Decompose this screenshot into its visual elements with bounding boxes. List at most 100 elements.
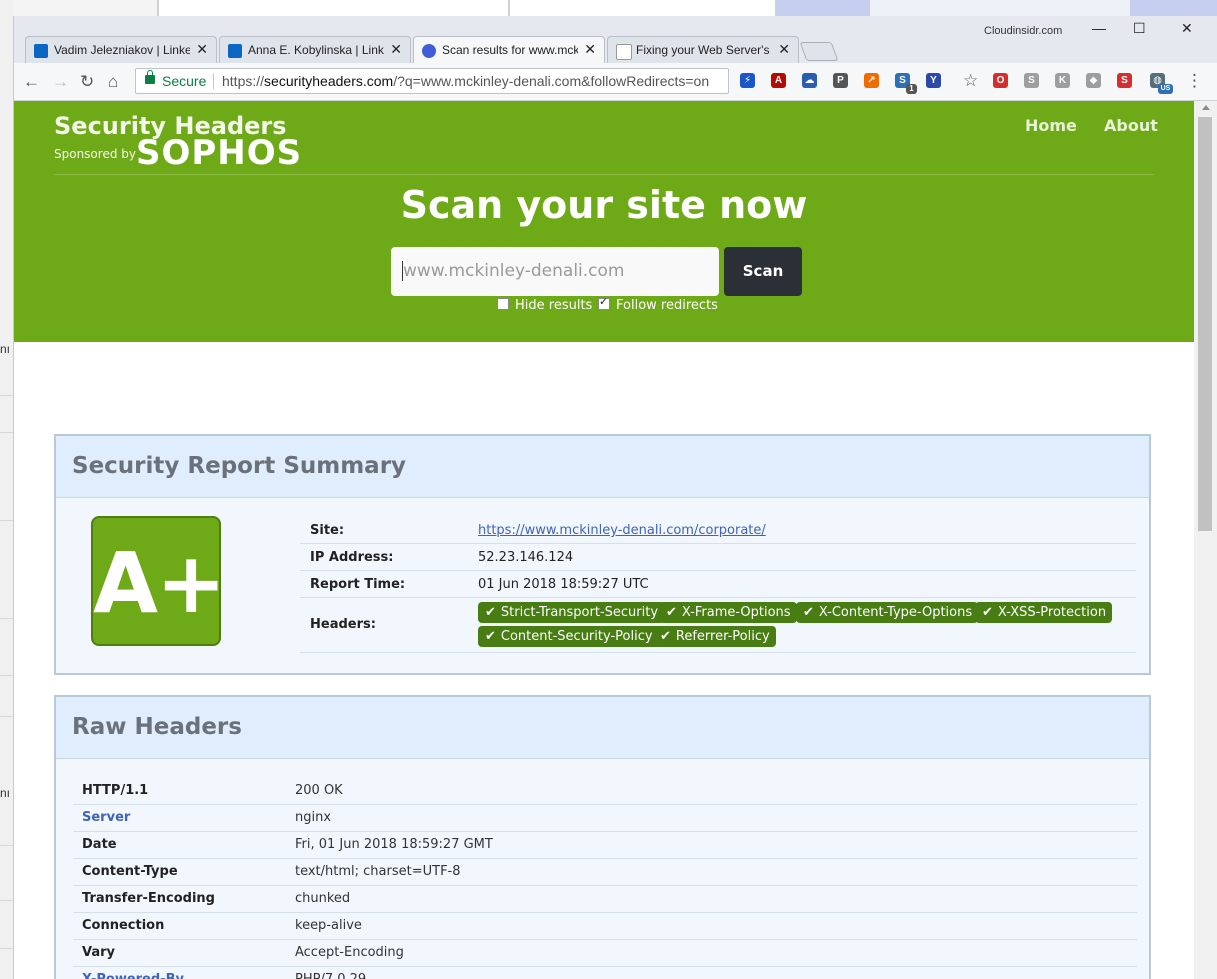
close-window-icon[interactable]: ✕ <box>1181 20 1193 37</box>
hide-results-checkbox[interactable] <box>497 298 509 310</box>
tab-linkedin-vadim[interactable]: Vadim Jelezniakov | Linke ✕ <box>25 36 217 63</box>
check-icon: ✔ <box>803 605 814 620</box>
raw-header-row: Connection keep-alive <box>73 912 1137 940</box>
raw-header-row: Vary Accept-Encoding <box>73 939 1137 967</box>
back-icon[interactable]: ← <box>23 72 40 92</box>
home-icon[interactable]: ⌂ <box>108 72 118 92</box>
scan-button[interactable]: Scan <box>724 247 802 296</box>
hide-results-label: Hide results <box>515 298 593 313</box>
close-icon[interactable]: ✕ <box>390 41 402 58</box>
extension-badge: 1 <box>906 84 917 94</box>
close-icon[interactable]: ✕ <box>778 41 790 58</box>
raw-header-row: Server nginx <box>73 804 1137 832</box>
raw-header-value: keep-alive <box>295 918 362 933</box>
title-bar: Vadim Jelezniakov | Linke ✕ Anna E. Koby… <box>14 16 1217 64</box>
bolt-icon[interactable]: ⚡ <box>740 73 755 88</box>
desktop-bg-block <box>157 0 159 16</box>
browser-window: Vadim Jelezniakov | Linke ✕ Anna E. Koby… <box>13 16 1217 979</box>
raw-header-value: text/html; charset=UTF-8 <box>295 864 461 879</box>
raw-header-key: Transfer-Encoding <box>82 891 215 906</box>
k-icon[interactable]: K <box>1055 73 1070 88</box>
site-header: Security Headers Sponsored by SOPHOS Hom… <box>14 101 1194 342</box>
raw-header-value: 200 OK <box>295 783 343 798</box>
s-red-icon[interactable]: S <box>1117 73 1132 88</box>
nav-about-link[interactable]: About <box>1104 116 1158 135</box>
raw-headers-title: Raw Headers <box>72 714 242 740</box>
page-viewport: Security Headers Sponsored by SOPHOS Hom… <box>14 101 1194 979</box>
follow-redirects-option[interactable]: Follow redirects <box>598 295 718 313</box>
scan-url-input[interactable]: www.mckinley-denali.com <box>391 247 719 296</box>
sophos-logo[interactable]: SOPHOS <box>136 133 302 173</box>
summary-key: Site: <box>310 523 345 538</box>
hide-results-option[interactable]: Hide results <box>497 298 592 313</box>
close-icon[interactable]: ✕ <box>584 41 596 58</box>
raw-header-value: nginx <box>295 810 332 825</box>
header-pill[interactable]: ✔ Referrer-Policy <box>653 626 776 647</box>
summary-title: Security Report Summary <box>72 453 407 479</box>
summary-row-report-time: Report Time: 01 Jun 2018 18:59:27 UTC <box>300 570 1136 598</box>
desktop-bg-block <box>508 0 510 16</box>
desktop-text-fragment: nı <box>0 786 11 800</box>
minimize-icon[interactable]: — <box>1092 20 1106 36</box>
lock-icon <box>145 70 155 84</box>
site-link[interactable]: https://www.mckinley-denali.com/corporat… <box>478 523 766 538</box>
forward-icon[interactable]: → <box>52 72 69 92</box>
browser-toolbar: ← → ↻ ⌂ Secure https://securityheaders.c… <box>14 63 1217 101</box>
summary-row-ip: IP Address: 52.23.146.124 <box>300 543 1136 571</box>
header-pill[interactable]: ✔ X-Content-Type-Options <box>796 602 979 623</box>
secure-label: Secure <box>162 73 207 89</box>
chart-icon[interactable]: ↗ <box>864 73 879 88</box>
header-pill[interactable]: ✔ X-Frame-Options <box>659 602 797 623</box>
linkedin-icon <box>34 44 48 58</box>
tab-fixing-web-server[interactable]: Fixing your Web Server's ✕ <box>607 36 799 63</box>
maximize-icon[interactable]: ☐ <box>1133 20 1146 37</box>
close-icon[interactable]: ✕ <box>196 41 208 58</box>
vpn-country-badge: US <box>1158 84 1173 94</box>
desktop-top-strip <box>0 0 1217 16</box>
nav-home-link[interactable]: Home <box>1025 116 1077 135</box>
header-pill[interactable]: ✔ X-XSS-Protection <box>975 602 1113 623</box>
new-tab-button[interactable] <box>799 42 839 61</box>
cloud-icon[interactable]: ☁ <box>802 73 817 88</box>
raw-header-row: Date Fri, 01 Jun 2018 18:59:27 GMT <box>73 831 1137 859</box>
raw-header-key-link[interactable]: X-Powered-By <box>82 972 184 979</box>
follow-redirects-checkbox[interactable] <box>598 295 610 310</box>
summary-row-site: Site: https://www.mckinley-denali.com/co… <box>300 516 1136 544</box>
raw-header-key: Vary <box>82 945 116 960</box>
header-divider <box>54 174 1154 175</box>
report-time-value: 01 Jun 2018 18:59:27 UTC <box>478 577 649 592</box>
tab-title: Fixing your Web Server's <box>636 43 770 57</box>
acrobat-icon[interactable]: A <box>771 73 786 88</box>
menu-icon[interactable]: ⋮ <box>1186 71 1203 91</box>
header-pill[interactable]: ✔ Strict-Transport-Security <box>478 602 665 623</box>
raw-headers-header: Raw Headers <box>56 697 1149 759</box>
opera-icon[interactable]: O <box>993 73 1008 88</box>
raw-header-value: Accept-Encoding <box>295 945 404 960</box>
summary-row-headers: Headers: ✔ Strict-Transport-Security ✔ X-Fr… <box>300 597 1136 653</box>
desktop-bg-block <box>870 0 1130 16</box>
desktop-text-fragment: nı <box>0 342 11 356</box>
tab-scan-results[interactable]: Scan results for www.mck ✕ <box>413 36 605 64</box>
bookmark-star-icon[interactable]: ☆ <box>963 71 978 91</box>
scrollbar-thumb[interactable] <box>1198 117 1212 531</box>
header-pill-label: Strict-Transport-Security <box>500 605 659 620</box>
raw-header-key-link[interactable]: Server <box>82 810 130 825</box>
url-text[interactable]: https://securityheaders.com/?q=www.mckin… <box>222 73 709 89</box>
tab-title: Vadim Jelezniakov | Linke <box>54 43 190 57</box>
check-icon: ✔ <box>485 629 496 644</box>
y-icon[interactable]: Y <box>926 73 941 88</box>
check-icon: ✔ <box>982 605 993 620</box>
address-bar[interactable]: Secure https://securityheaders.com/?q=ww… <box>135 68 729 94</box>
scroll-up-icon[interactable] <box>1202 105 1210 110</box>
s-gray-icon[interactable]: S <box>1024 73 1039 88</box>
pocket-icon[interactable]: P <box>833 73 848 88</box>
raw-header-row: Content-Type text/html; charset=UTF-8 <box>73 858 1137 886</box>
raw-header-key: Connection <box>82 918 165 933</box>
tab-title: Anna E. Kobylinska | Linke <box>248 43 384 57</box>
header-pill[interactable]: ✔ Content-Security-Policy <box>478 626 659 647</box>
shield-icon[interactable]: ◆ <box>1086 73 1101 88</box>
reload-icon[interactable]: ↻ <box>80 72 94 92</box>
raw-headers-panel: Raw Headers HTTP/1.1 200 OK Server nginx Dat… <box>54 695 1151 979</box>
page-scrollbar[interactable] <box>1194 101 1217 979</box>
tab-linkedin-anna[interactable]: Anna E. Kobylinska | Linke ✕ <box>219 36 411 63</box>
